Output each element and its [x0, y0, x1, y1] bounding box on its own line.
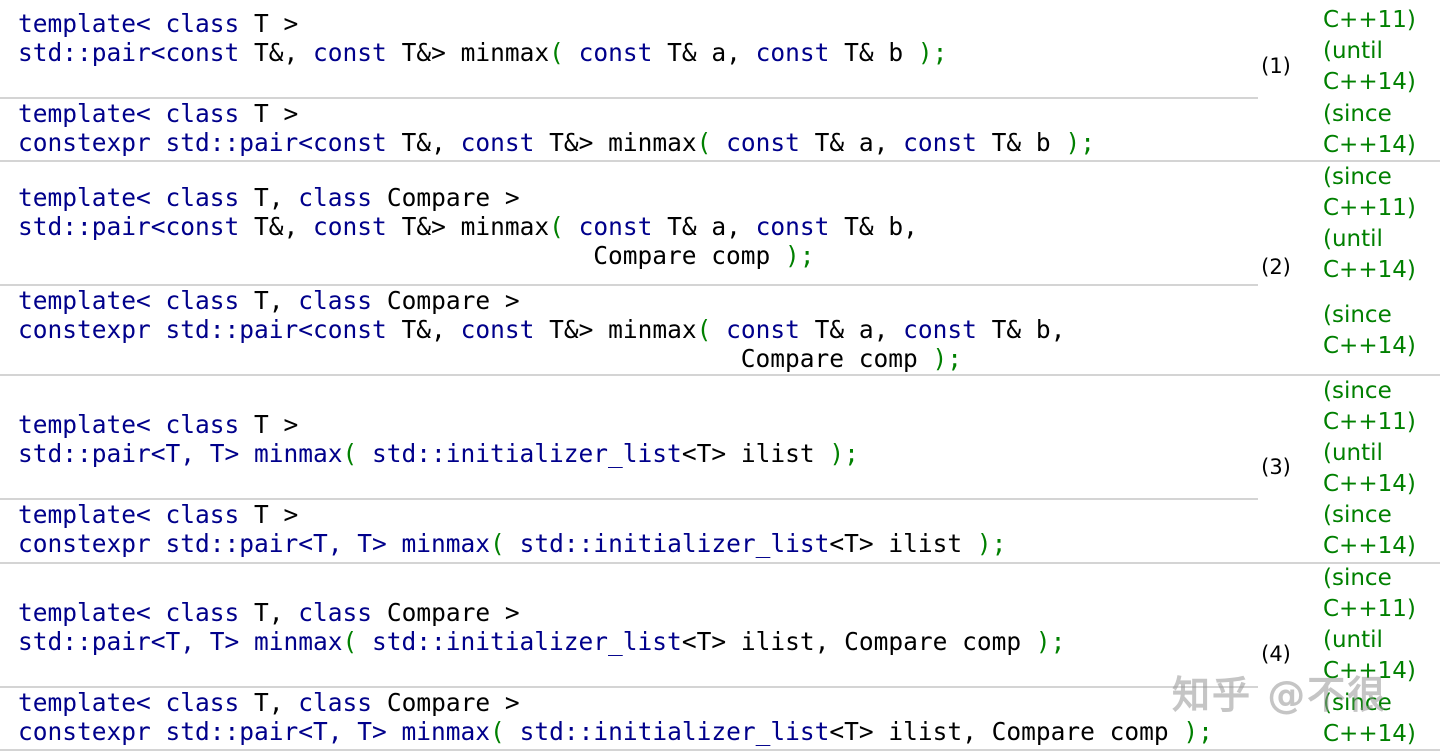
group-divider — [0, 562, 1440, 564]
version-note-1a: C++11) (until C++14) — [1323, 7, 1416, 95]
signature-3a: template< class T > std::pair<T, T> minm… — [18, 410, 859, 468]
version-note-3b: (since C++14) — [1323, 502, 1416, 559]
overload-number-3: (3) — [1261, 455, 1291, 479]
signature-1b: template< class T > constexpr std::pair<… — [18, 99, 1095, 157]
overload-number-4: (4) — [1261, 642, 1291, 666]
version-note-3a: (since C++11) (until C++14) — [1323, 378, 1416, 497]
signature-3b: template< class T > constexpr std::pair<… — [18, 500, 1007, 558]
signature-1a: template< class T > std::pair<const T&, … — [18, 9, 948, 67]
signature-2b: template< class T, class Compare > const… — [18, 286, 1066, 373]
overload-number-2: (2) — [1261, 255, 1291, 279]
group-divider — [0, 374, 1440, 376]
group-divider — [0, 160, 1440, 162]
signature-4b: template< class T, class Compare > const… — [18, 688, 1213, 746]
version-note-1b: (since C++14) — [1323, 101, 1416, 158]
signature-2a: template< class T, class Compare > std::… — [18, 183, 918, 270]
zhihu-watermark: 知乎 @不很 — [1172, 673, 1388, 717]
version-note-2b: (since C++14) — [1323, 302, 1416, 359]
signature-4a: template< class T, class Compare > std::… — [18, 598, 1066, 656]
overload-number-1: (1) — [1261, 54, 1291, 78]
version-note-2a: (since C++11) (until C++14) — [1323, 164, 1416, 283]
